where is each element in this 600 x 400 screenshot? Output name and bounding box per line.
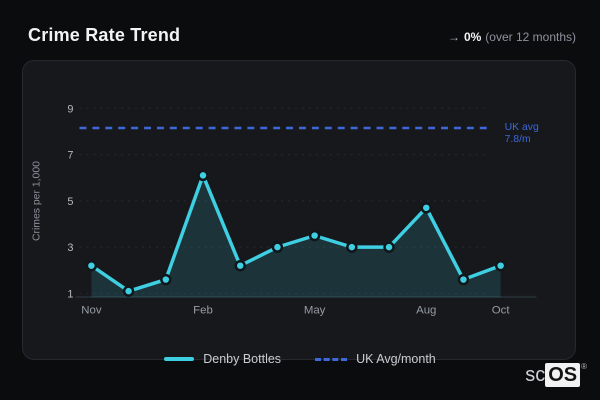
page: Crime Rate Trend → 0% (over 12 months) 1… [0,0,600,400]
solid-line-swatch-icon [164,357,195,361]
svg-text:UK avg: UK avg [505,122,539,133]
brand-logo: sc OS ® [525,363,587,387]
logo-prefix: sc [525,364,546,386]
logo-box: OS [545,363,581,387]
trend-indicator: → 0% (over 12 months) [448,30,576,44]
svg-text:Feb: Feb [193,304,213,316]
trend-caption: (over 12 months) [485,30,576,44]
svg-text:Crimes per 1,000: Crimes per 1,000 [32,161,43,241]
svg-text:9: 9 [67,103,73,115]
svg-text:7.8/m: 7.8/m [505,134,531,145]
dashed-line-swatch-icon [315,357,348,361]
legend: Denby Bottles UK Avg/month [0,352,600,366]
svg-text:Oct: Oct [492,304,511,316]
chart-panel: 1 3 5 7 9 Crimes per 1,000 UK avg 7.8/m Nov Feb Ma… [22,60,576,360]
page-title: Crime Rate Trend [28,25,181,45]
legend-item-label: Denby Bottles [203,352,282,366]
trend-arrow-icon: → [447,30,460,44]
trend-value: 0% [463,30,482,44]
svg-text:May: May [304,304,326,316]
svg-text:Aug: Aug [416,304,436,316]
svg-text:1: 1 [67,288,73,300]
legend-item-denby-bottles[interactable]: Denby Bottles [164,352,281,366]
legend-item-label: UK Avg/month [356,352,436,366]
svg-text:7: 7 [67,150,73,162]
logo-registered-mark: ® [581,362,587,371]
svg-text:Nov: Nov [81,304,102,316]
legend-item-uk-avg[interactable]: UK Avg/month [315,352,436,366]
chart-canvas[interactable]: 1 3 5 7 9 Crimes per 1,000 UK avg7.8/m Nov Feb Ma… [23,61,575,359]
svg-text:5: 5 [67,196,73,208]
svg-text:3: 3 [67,242,73,254]
